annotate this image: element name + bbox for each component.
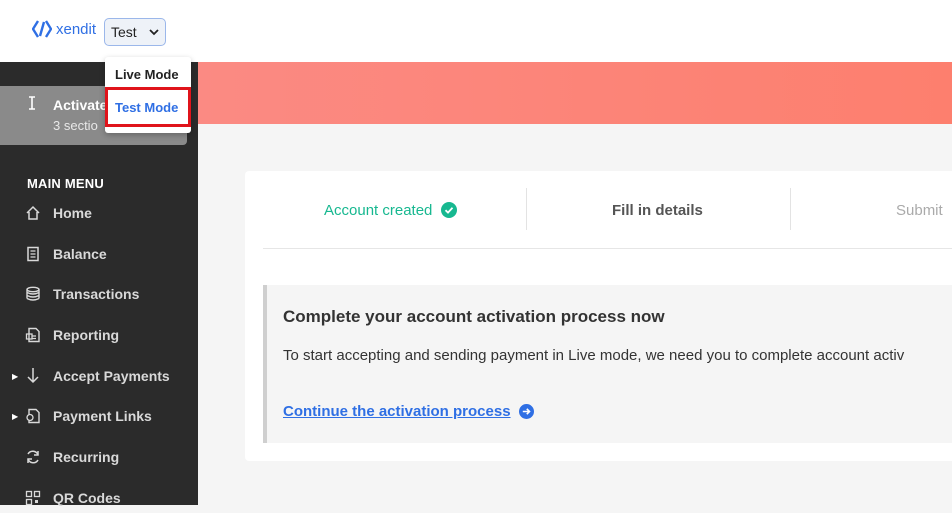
- sidebar-item-balance[interactable]: Balance: [0, 239, 198, 269]
- activate-title: Activate: [53, 97, 108, 113]
- coins-icon: [24, 285, 42, 303]
- step-label: Submit: [896, 201, 943, 219]
- sidebar-item-transactions[interactable]: Transactions: [0, 279, 198, 309]
- mode-option-test[interactable]: Test Mode: [105, 87, 191, 127]
- sidebar-item-payment-links[interactable]: ▶ Payment Links: [0, 401, 198, 431]
- xendit-logo[interactable]: xendit: [32, 20, 96, 38]
- expand-caret-icon[interactable]: ▶: [12, 372, 18, 381]
- sidebar-item-recurring[interactable]: Recurring: [0, 442, 198, 472]
- step-label: Account created: [324, 201, 433, 219]
- activation-banner: [198, 62, 952, 124]
- home-icon: [24, 204, 42, 222]
- activate-icon: [26, 96, 38, 113]
- recurring-icon: [24, 448, 42, 466]
- notice-text: To start accepting and sending payment i…: [283, 347, 905, 364]
- step-label: Fill in details: [612, 201, 703, 219]
- step-divider: [790, 188, 791, 230]
- sidebar-item-label: Transactions: [53, 286, 140, 302]
- continue-activation-link-text[interactable]: Continue the activation process: [283, 403, 511, 420]
- sidebar-item-home[interactable]: Home: [0, 198, 198, 228]
- sidebar-item-label: Reporting: [53, 327, 120, 343]
- mode-option-live[interactable]: Live Mode: [115, 67, 179, 82]
- sidebar-item-label: QR Codes: [53, 490, 121, 506]
- activation-notice: Complete your account activation process…: [263, 285, 952, 443]
- mode-dropdown-menu: Live Mode Test Mode: [105, 57, 191, 133]
- arrow-right-circle-icon[interactable]: [518, 404, 534, 419]
- chevron-down-icon: [149, 29, 159, 36]
- step-divider: [526, 188, 527, 230]
- mode-select-value: Test: [111, 24, 137, 40]
- activation-steps: Account created Fill in details Submit: [263, 171, 952, 249]
- sidebar-item-label: Payment Links: [53, 408, 152, 424]
- step-submit: Submit: [896, 171, 943, 249]
- sidebar-item-label: Balance: [53, 246, 107, 262]
- report-icon: [24, 326, 42, 344]
- check-circle-icon: [441, 202, 458, 218]
- download-arrow-icon: [24, 367, 42, 385]
- notice-title: Complete your account activation process…: [283, 307, 665, 326]
- step-fill-details: Fill in details: [612, 171, 703, 249]
- main-menu-heading: MAIN MENU: [27, 176, 104, 191]
- activate-subtitle: 3 sectio: [53, 118, 98, 133]
- link-icon: [24, 407, 42, 425]
- logo-text: xendit: [56, 20, 97, 38]
- sidebar-item-label: Accept Payments: [53, 368, 170, 384]
- continue-activation-link[interactable]: Continue the activation process: [283, 403, 534, 420]
- top-bar: xendit Test: [0, 0, 952, 62]
- xendit-logo-icon: [32, 20, 52, 38]
- expand-caret-icon[interactable]: ▶: [12, 412, 18, 421]
- sidebar-item-accept-payments[interactable]: ▶ Accept Payments: [0, 361, 198, 391]
- activation-card: Account created Fill in details Submit C…: [245, 171, 952, 461]
- step-account-created: Account created: [324, 171, 458, 249]
- qr-icon: [24, 489, 42, 507]
- sidebar-item-label: Home: [53, 205, 92, 221]
- sidebar-item-reporting[interactable]: Reporting: [0, 320, 198, 350]
- sidebar-item-qr-codes[interactable]: QR Codes: [0, 483, 198, 513]
- balance-icon: [24, 245, 42, 263]
- mode-select[interactable]: Test: [104, 18, 166, 46]
- sidebar-item-label: Recurring: [53, 449, 120, 465]
